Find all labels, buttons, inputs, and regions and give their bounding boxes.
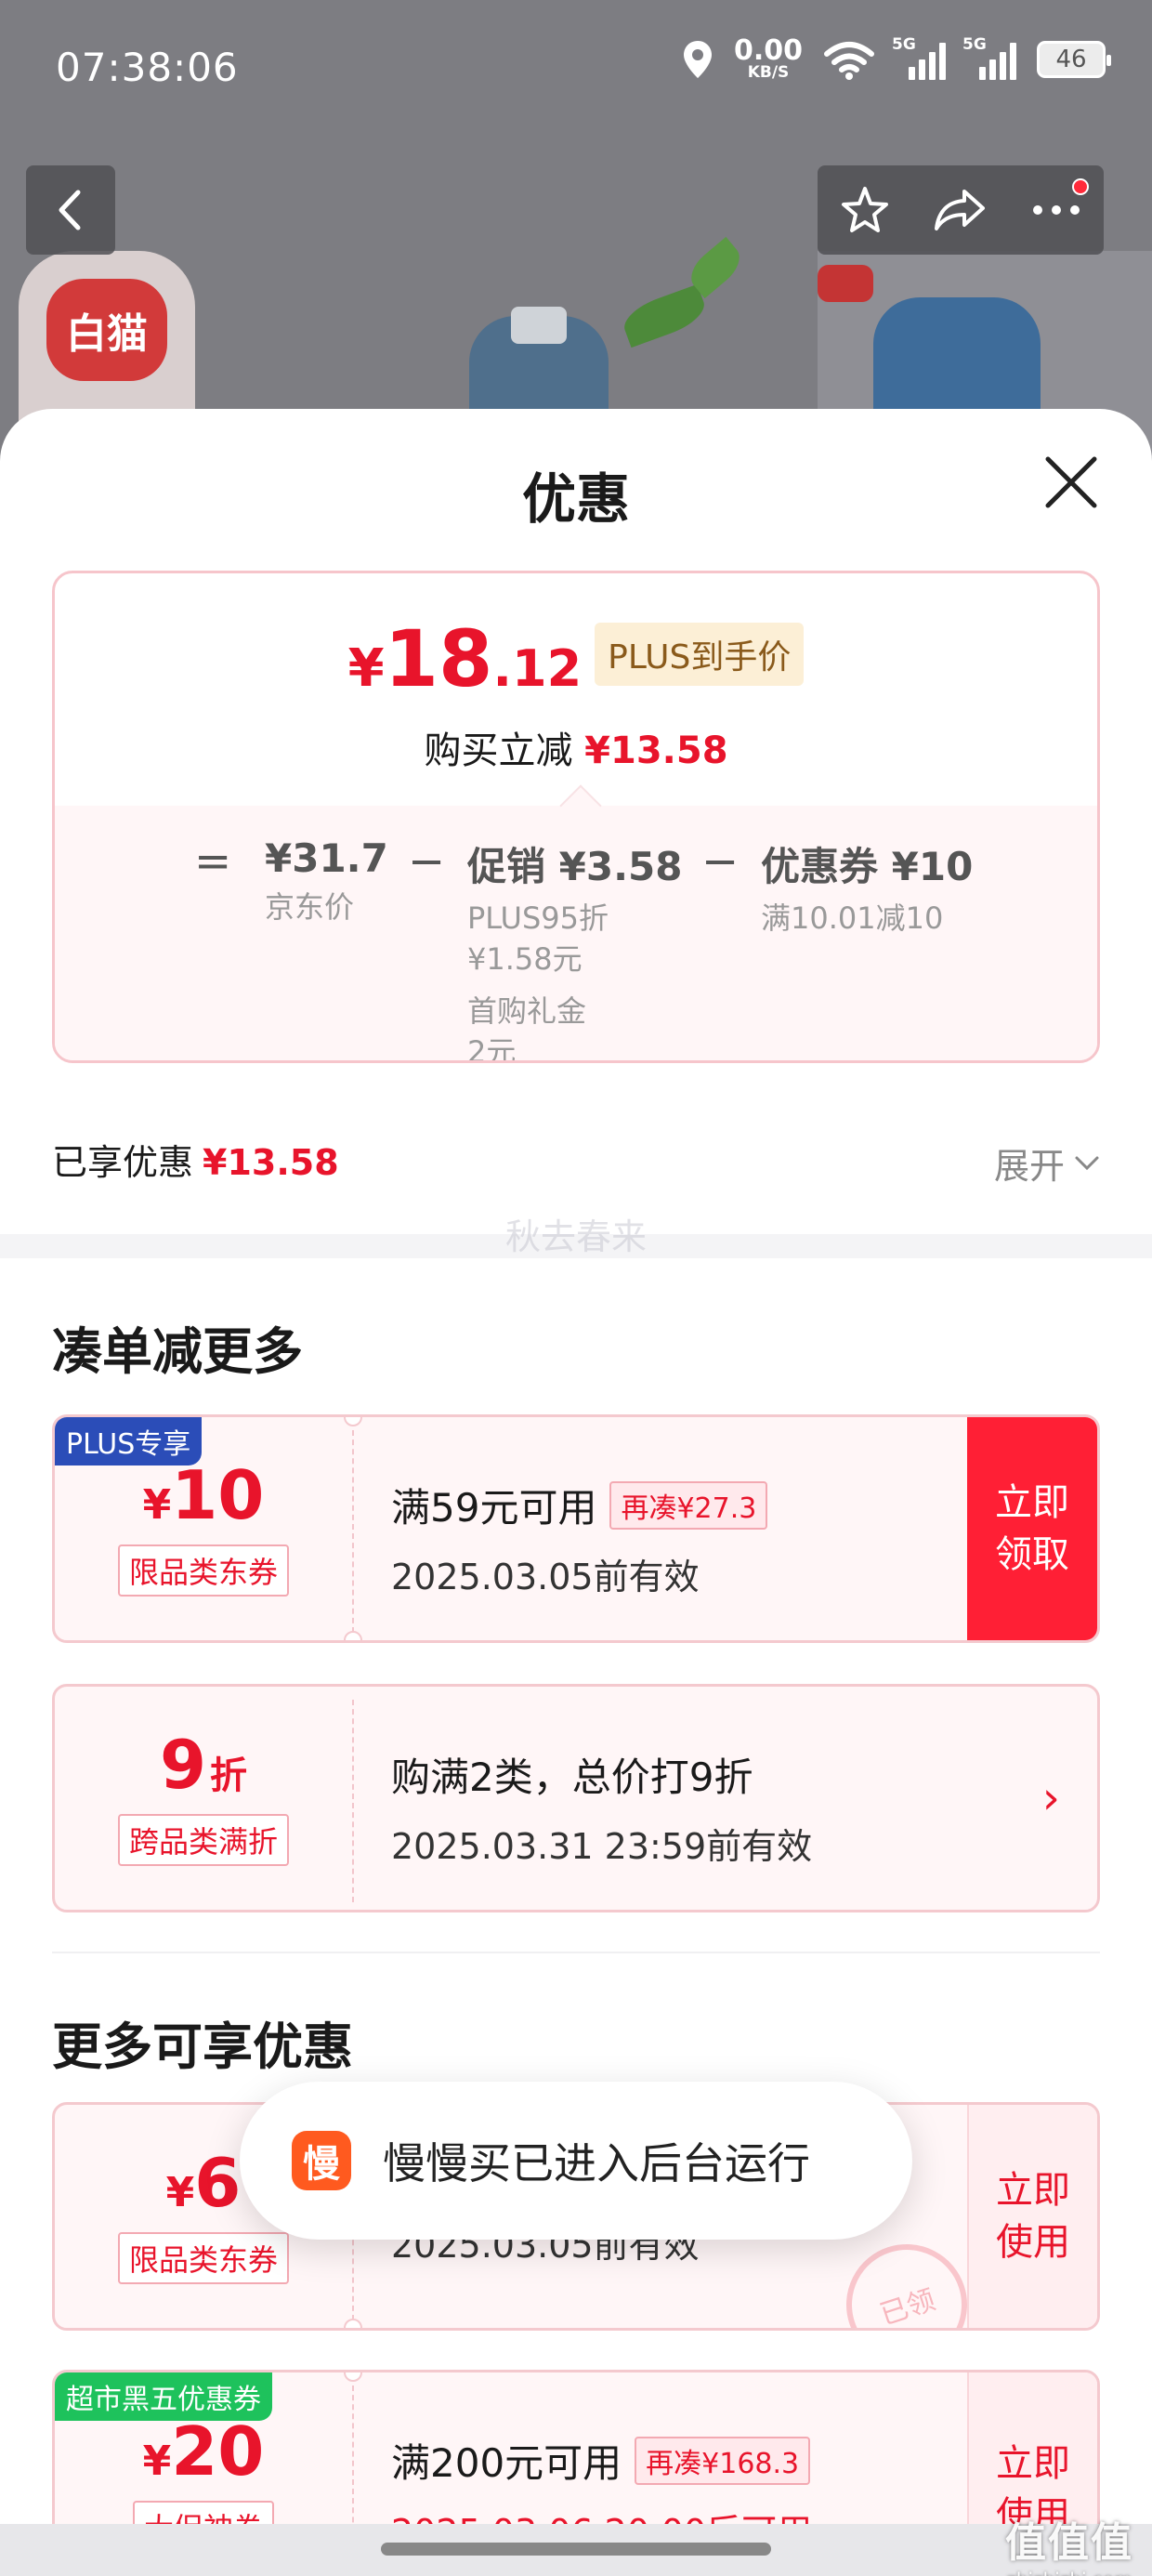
more-button[interactable]: [1015, 165, 1098, 255]
top-toolbar: [818, 165, 1104, 255]
chevron-right-icon[interactable]: ›: [1042, 1772, 1060, 1824]
add-more-badge: 再凑¥168.3: [635, 2436, 811, 2485]
discount-amount: 9折: [159, 1726, 248, 1805]
status-bar: 07:38:06 0.00 KB/S 5G 5G 46: [0, 0, 1152, 139]
close-icon: [1045, 456, 1097, 508]
saved-summary: 已享优惠 ¥13.58: [52, 1142, 339, 1183]
claim-coupon-button[interactable]: 立即领取: [967, 1417, 1097, 1640]
price-calculation: = ¥31.7 京东价 − 促销 ¥3.58 PLUS95折 ¥1.58元 首购…: [55, 806, 1097, 1063]
final-price: ¥ 18 .12: [347, 613, 583, 704]
discount-sheet: 优惠 ¥ 18 .12 PLUS到手价 购买立减 ¥13.58 = ¥31.7: [0, 409, 1152, 2576]
coupon-condition: 满200元可用: [391, 2440, 622, 2486]
section-title-more-offers: 更多可享优惠: [52, 2017, 353, 2076]
status-time: 07:38:06: [56, 45, 239, 90]
coupon-condition: 满59元可用: [391, 1485, 597, 1531]
background-toast: 慢 慢慢买已进入后台运行: [240, 2082, 912, 2240]
chevron-down-icon: [1075, 1156, 1099, 1170]
signal-icon: 5G: [892, 35, 946, 80]
share-icon: [934, 190, 985, 230]
coupon-amount: ¥6: [165, 2144, 242, 2223]
claimed-stamp: 已领: [831, 2228, 983, 2328]
more-dots-icon: [1032, 205, 1080, 215]
coupon-notch: [344, 1631, 362, 1640]
coupon-separator: [352, 1430, 354, 1633]
coupon-validity: 2025.03.05前有效: [391, 1557, 700, 1597]
coupon-type: 限品类东券: [117, 1544, 289, 1597]
coupon-card: PLUS专享 ¥10 限品类东券 满59元可用 再凑¥27.3 2025.03.…: [52, 1414, 1100, 1643]
reduce-line: 购买立减 ¥13.58: [424, 729, 728, 772]
coupon-type: 限品类东券: [117, 2231, 289, 2284]
leaf-icon: [618, 283, 711, 348]
star-icon: [842, 187, 889, 232]
favorite-button[interactable]: [823, 165, 907, 255]
brand-logo-small: [818, 265, 873, 302]
minus-sign: −: [701, 835, 740, 887]
jd-price-col: ¥31.7 京东价: [265, 835, 388, 925]
sheet-title: 优惠: [521, 467, 630, 531]
site-watermark: 值值值 zhizhizhi.com: [1005, 2519, 1133, 2576]
price-breakdown-card: ¥ 18 .12 PLUS到手价 购买立减 ¥13.58 = ¥31.7 京东价…: [52, 571, 1100, 1063]
wifi-icon: [824, 41, 874, 80]
notification-dot: [1071, 178, 1089, 195]
equals-sign: =: [194, 835, 232, 887]
coupon-notch: [344, 2319, 362, 2328]
signal-icon: 5G: [962, 35, 1016, 80]
promo-col: 促销 ¥3.58 PLUS95折 ¥1.58元 首购礼金 2元: [467, 844, 683, 1063]
add-more-badge: 再凑¥27.3: [609, 1480, 768, 1530]
coupon-condition: 购满2类，总价打9折: [391, 1755, 753, 1800]
watermark-text: 秋去春来: [504, 1216, 647, 1257]
use-coupon-button[interactable]: 立即使用: [967, 2105, 1097, 2328]
divider-line: [52, 1952, 1100, 1953]
minus-sign: −: [408, 835, 446, 887]
coupon-amount: ¥20: [142, 2412, 265, 2491]
expand-button[interactable]: 展开: [994, 1137, 1100, 1189]
bottle-cap-icon: [511, 307, 567, 344]
battery-icon: 46: [1037, 40, 1111, 78]
coupon-separator: [352, 1700, 354, 1902]
net-speed: 0.00 KB/S: [733, 34, 803, 82]
toast-message: 慢慢买已进入后台运行: [383, 2138, 810, 2188]
brand-logo: 白猫: [46, 279, 167, 381]
coupon-card[interactable]: 9折 跨品类满折 购满2类，总价打9折 2025.03.31 23:59前有效 …: [52, 1684, 1100, 1912]
coupon-validity: 2025.03.31 23:59前有效: [391, 1826, 813, 1867]
coupon-type: 跨品类满折: [117, 1813, 289, 1866]
coupon-col: 优惠券 ¥10 满10.01减10: [761, 844, 974, 936]
share-button[interactable]: [919, 165, 1002, 255]
chevron-left-icon: [59, 190, 81, 230]
location-icon: [683, 40, 712, 78]
section-title-more-savings: 凑单减更多: [52, 1322, 303, 1381]
home-indicator[interactable]: [381, 2543, 771, 2556]
close-button[interactable]: [1041, 452, 1102, 513]
back-button[interactable]: [26, 165, 115, 255]
coupon-amount: ¥10: [142, 1456, 265, 1535]
plus-price-badge: PLUS到手价: [595, 623, 805, 686]
app-icon: 慢: [292, 2131, 351, 2190]
